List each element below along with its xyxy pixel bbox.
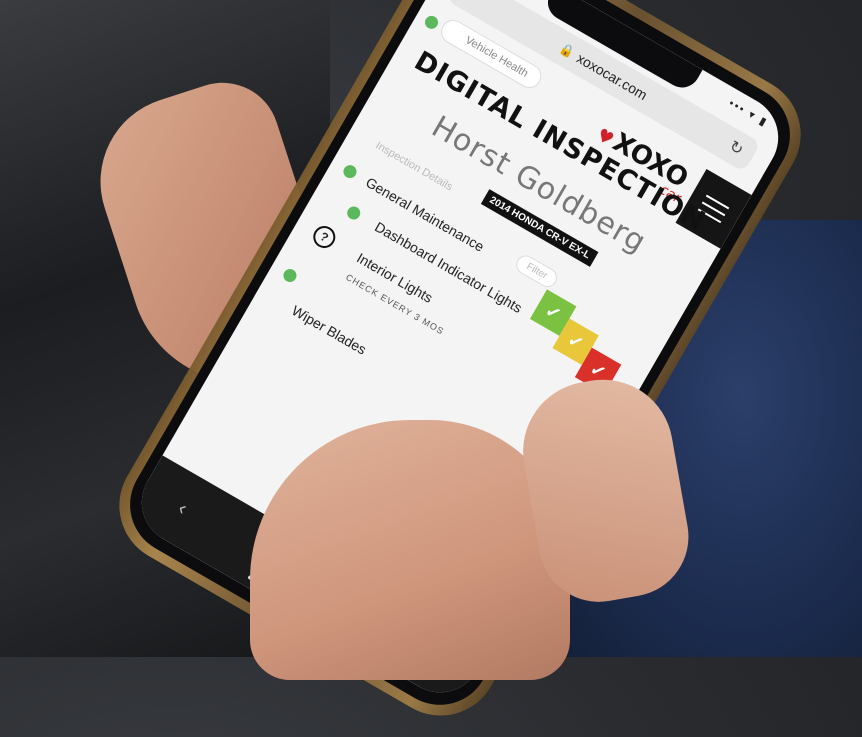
- green-status-dot: [281, 266, 299, 285]
- health-status-dot: [422, 13, 441, 32]
- item-label: Wiper Blades: [289, 302, 370, 358]
- item-label: General Maintenance: [363, 173, 488, 255]
- status-legend: ✓ ✓ ✓: [516, 289, 635, 395]
- green-status-dot: [341, 162, 359, 181]
- filter-input[interactable]: Filter: [512, 252, 561, 291]
- reload-icon[interactable]: ↻: [725, 136, 747, 160]
- back-icon[interactable]: ‹: [174, 497, 191, 520]
- lock-icon: 🔒: [557, 40, 578, 61]
- green-status-dot: [344, 204, 363, 222]
- question-icon[interactable]: ?: [309, 222, 340, 253]
